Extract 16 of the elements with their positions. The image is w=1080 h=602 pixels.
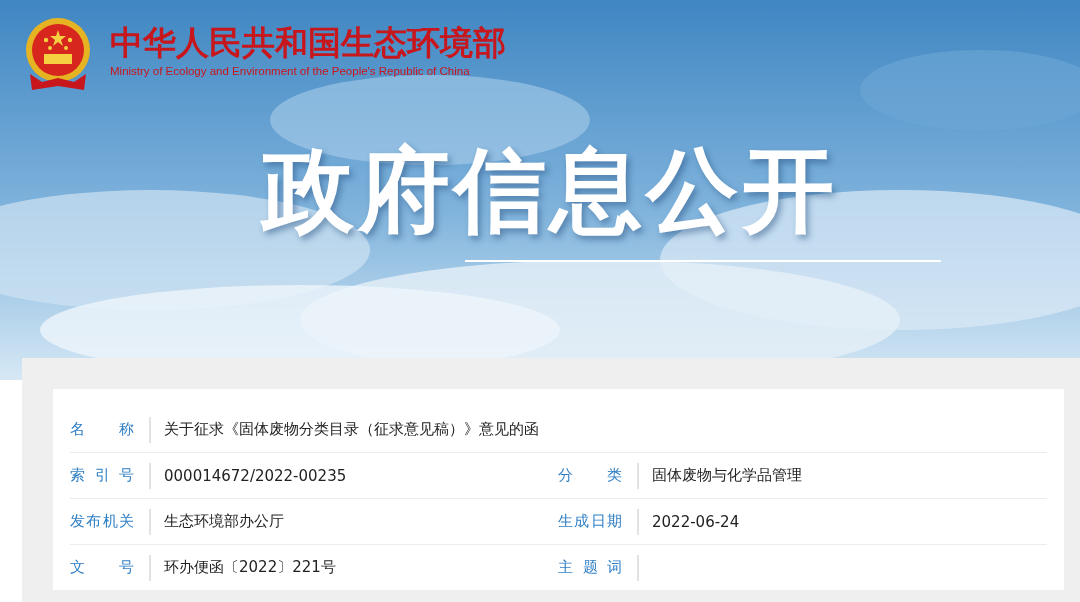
field-label: 发布机关 <box>70 512 134 531</box>
field-label: 生成日期 <box>558 512 622 531</box>
field-value: 固体废物与化学品管理 <box>652 466 802 485</box>
field-value: 关于征求《固体废物分类目录（征求意见稿）》意见的函 <box>164 420 539 439</box>
field-label: 主题词 <box>558 558 622 577</box>
site-title: 中华人民共和国生态环境部 <box>110 23 506 63</box>
field-value: 环办便函〔2022〕221号 <box>164 558 336 577</box>
field-value: 000014672/2022-00235 <box>164 466 347 485</box>
field-label: 文号 <box>70 558 134 577</box>
field-value: 生态环境部办公厅 <box>164 512 284 531</box>
field-label: 分类 <box>558 466 622 485</box>
field-value: 2022-06-24 <box>652 512 740 531</box>
banner-heading: 政府信息公开 <box>262 136 838 246</box>
field-label: 名称 <box>70 420 134 439</box>
field-label: 索引号 <box>70 466 134 485</box>
site-subtitle: Ministry of Ecology and Environment of the People's Republic of China <box>110 64 471 79</box>
